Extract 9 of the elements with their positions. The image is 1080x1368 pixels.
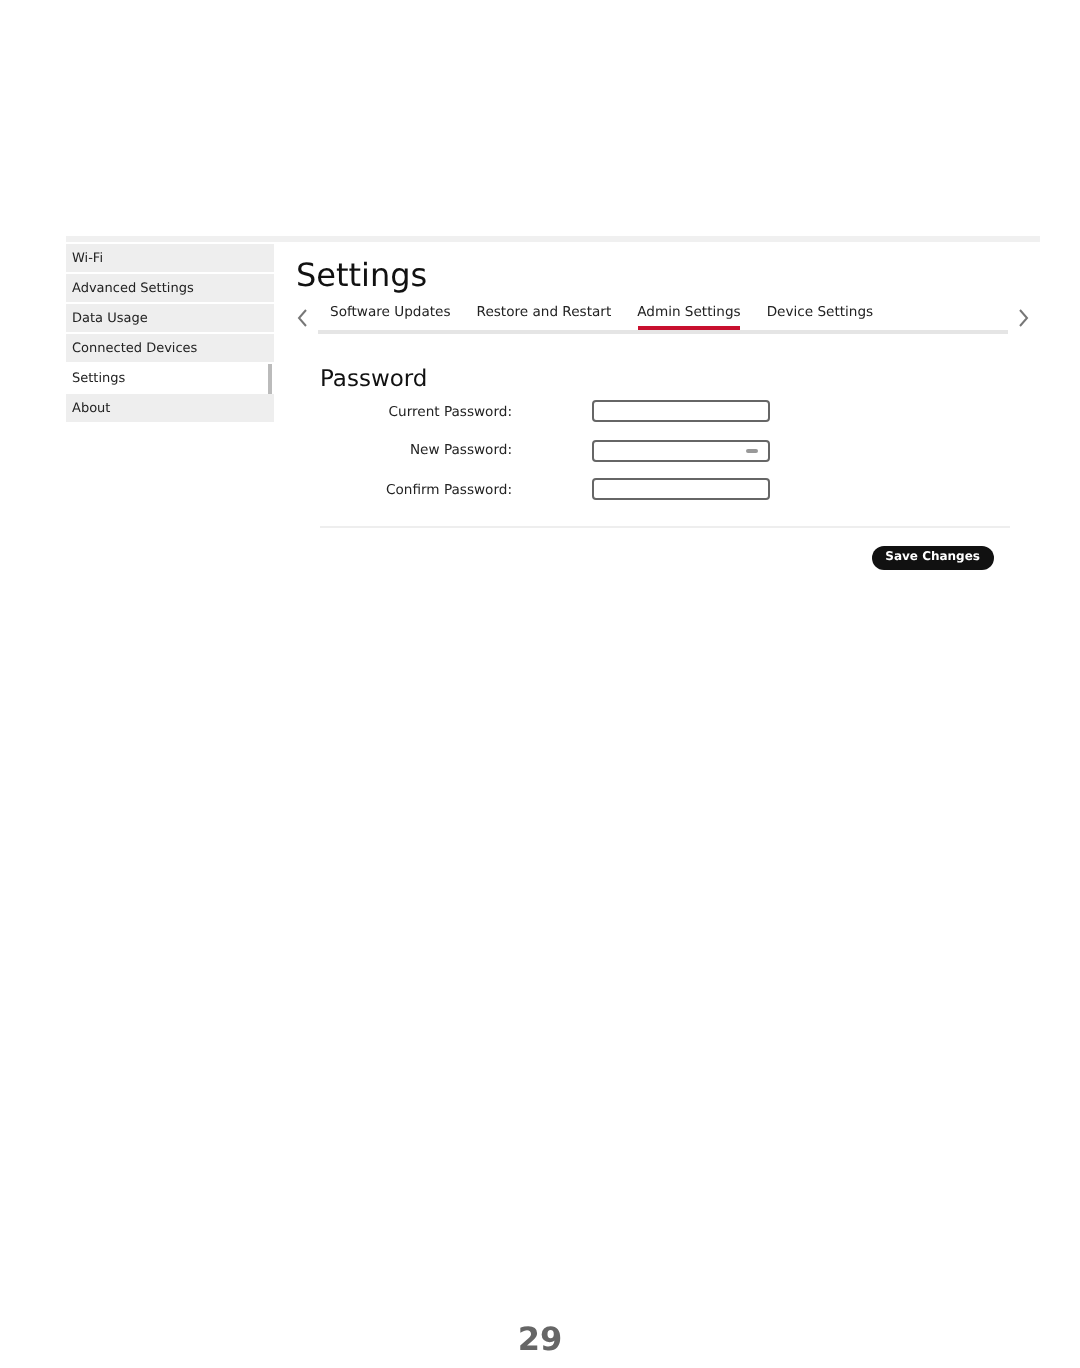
page-title: Settings: [296, 256, 430, 296]
section-heading: Password: [320, 364, 430, 392]
chevron-right-icon[interactable]: [1016, 307, 1030, 327]
password-field[interactable]: [592, 400, 770, 423]
page-number: 29: [515, 1320, 565, 1358]
scrollbar[interactable]: [268, 364, 272, 394]
password-field[interactable]: [592, 439, 770, 462]
chevron-left-icon[interactable]: [296, 307, 310, 327]
password-field[interactable]: [592, 478, 770, 501]
